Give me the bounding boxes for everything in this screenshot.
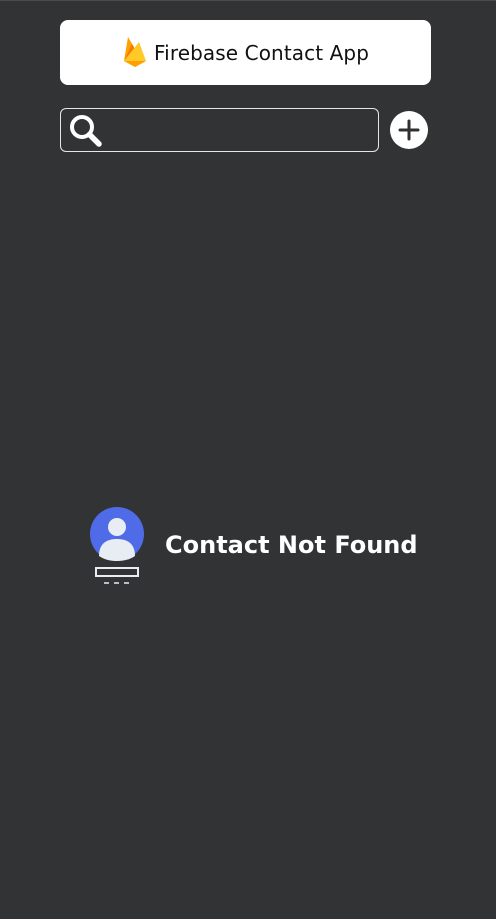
search-icon [70, 115, 102, 147]
add-contact-button[interactable] [390, 111, 428, 149]
app-header: Firebase Contact App [60, 20, 431, 85]
search-input[interactable] [109, 109, 371, 151]
firebase-flame-icon [124, 36, 147, 67]
search-bar [60, 108, 379, 152]
window-top-border [0, 0, 496, 1]
plus-icon [398, 119, 420, 141]
user-avatar-not-found-icon [90, 507, 144, 584]
empty-state-message: Contact Not Found [165, 531, 418, 559]
app-title: Firebase Contact App [154, 40, 369, 65]
empty-state: Contact Not Found [88, 507, 428, 589]
